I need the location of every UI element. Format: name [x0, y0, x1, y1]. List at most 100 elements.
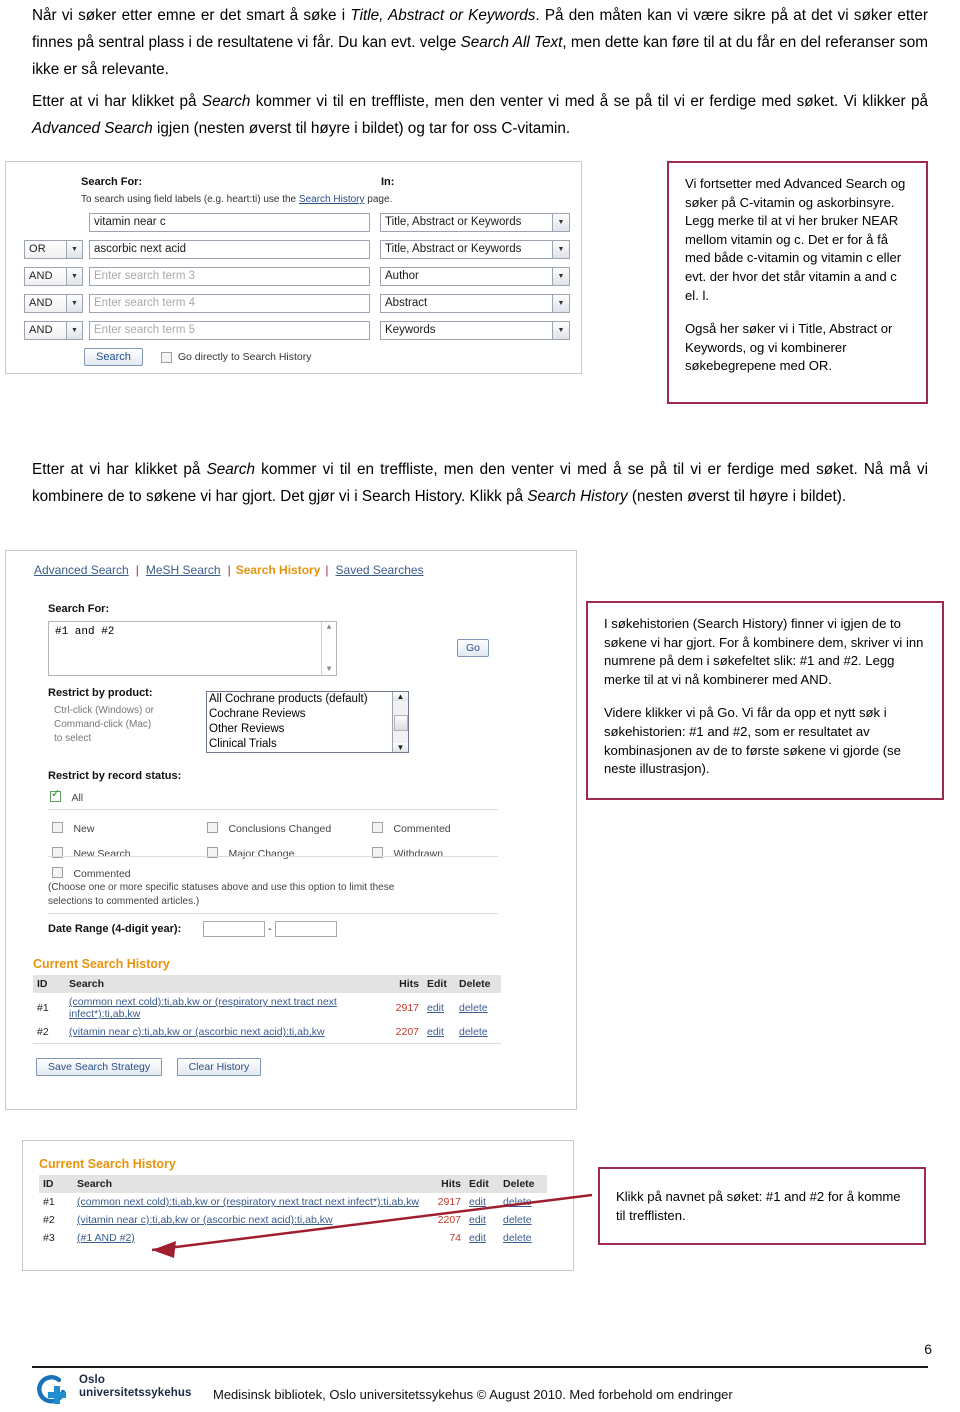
paragraph-2-text-c: igjen (nesten øverst til høyre i bildet)… [152, 120, 571, 137]
date-from-input[interactable] [203, 921, 266, 937]
chevron-down-icon: ▼ [552, 321, 569, 339]
go-button[interactable]: Go [457, 639, 490, 657]
scroll-up-icon[interactable]: ▲ [393, 692, 408, 701]
search-field-value-5: Keywords [385, 324, 436, 336]
nav-separator: | [325, 563, 329, 577]
scroll-down-icon[interactable]: ▼ [393, 743, 408, 752]
status-all-checkbox[interactable] [50, 788, 61, 803]
table-header-row: ID Search Hits Edit Delete [33, 975, 501, 993]
status-checkbox-item-new-search: New Search [52, 844, 207, 862]
scrollbar-thumb[interactable] [393, 714, 408, 731]
search-field-select-3[interactable]: Author ▼ [380, 266, 570, 286]
paragraph-1-emphasis-2: Search All Text [460, 34, 563, 51]
nav-advanced-search[interactable]: Advanced Search [34, 563, 129, 577]
product-option-1[interactable]: Cochrane Reviews [207, 707, 408, 722]
annotation-arrow [151, 1193, 593, 1258]
search-term-input-4[interactable]: Enter search term 4 [89, 293, 370, 313]
row-id: #1 [37, 1002, 49, 1014]
chevron-down-icon: ▼ [66, 321, 82, 339]
delete-link[interactable]: delete [459, 1002, 488, 1014]
history-search-value: #1 and #2 [55, 626, 115, 638]
clear-history-button[interactable]: Clear History [176, 1058, 262, 1076]
boolean-operator-select-5[interactable]: AND ▼ [24, 320, 83, 340]
date-to-input[interactable] [274, 921, 337, 937]
column-header-delete: Delete [455, 975, 501, 993]
search-row-5: AND ▼ Enter search term 5 Keywords ▼ [24, 320, 570, 347]
paragraph-1-emphasis-1: Title, Abstract or Keywords [350, 7, 536, 24]
paragraph-3-emphasis-1: Search [206, 461, 256, 478]
search-field-select-2[interactable]: Title, Abstract or Keywords ▼ [380, 239, 570, 259]
scroll-up-icon[interactable]: ▲ [327, 623, 332, 632]
product-option-2[interactable]: Other Reviews [207, 722, 408, 737]
scroll-down-icon[interactable]: ▼ [327, 665, 332, 674]
divider-2 [48, 856, 498, 857]
search-term-placeholder-3: Enter search term 3 [94, 270, 195, 282]
search-field-value-1: Title, Abstract or Keywords [385, 216, 522, 228]
status-checkbox-item-withdrawn: Withdrawn [372, 844, 443, 862]
advanced-search-hint: To search using field labels (e.g. heart… [81, 194, 392, 205]
chevron-down-icon: ▼ [552, 213, 569, 231]
status-commented-checkbox[interactable] [372, 822, 383, 834]
nav-mesh-search[interactable]: MeSH Search [146, 563, 221, 577]
status-checkbox-item-commented: Commented [372, 819, 451, 837]
search-term-input-5[interactable]: Enter search term 5 [89, 320, 370, 340]
status-new-search-label: New Search [73, 848, 131, 860]
screenshot-advanced-search: Search For: In: To search using field la… [5, 161, 582, 374]
row-search-link[interactable]: (common next cold):ti,ab,kw or (respirat… [69, 996, 337, 1020]
search-history-link[interactable]: Search History [299, 194, 365, 205]
column-header-id: ID [39, 1175, 73, 1193]
nav-search-history-active[interactable]: Search History [236, 563, 321, 577]
product-listbox[interactable]: All Cochrane products (default) Cochrane… [206, 691, 409, 753]
status-new-checkbox[interactable] [52, 822, 63, 834]
document-page: Når vi søker etter emne er det smart å s… [0, 0, 960, 1412]
chevron-down-icon: ▼ [552, 240, 569, 258]
row-hits: 2917 [395, 1002, 419, 1014]
search-field-value-2: Title, Abstract or Keywords [385, 243, 522, 255]
search-term-input-2[interactable]: ascorbic next acid [89, 239, 370, 259]
delete-link[interactable]: delete [459, 1026, 488, 1038]
status-conclusions-changed-checkbox[interactable] [207, 822, 218, 834]
commented-limit-checkbox[interactable] [52, 867, 63, 879]
product-option-3[interactable]: Clinical Trials [207, 737, 408, 752]
status-checkbox-item-conclusions: Conclusions Changed [207, 819, 372, 837]
row-id: #3 [43, 1232, 55, 1244]
date-range-label: Date Range (4-digit year): [48, 923, 182, 935]
textarea-scrollbar[interactable]: ▲ ▼ [321, 622, 336, 675]
search-field-select-4[interactable]: Abstract ▼ [380, 293, 570, 313]
search-button[interactable]: Search [84, 348, 143, 366]
search-term-input-1[interactable]: vitamin near c [89, 212, 370, 232]
edit-link[interactable]: edit [427, 1002, 444, 1014]
paragraph-1: Når vi søker etter emne er det smart å s… [32, 2, 928, 83]
boolean-operator-select-2[interactable]: OR ▼ [24, 239, 83, 259]
search-term-input-3[interactable]: Enter search term 3 [89, 266, 370, 286]
history-search-textarea[interactable]: #1 and #2 ▲ ▼ [48, 621, 337, 676]
product-option-0[interactable]: All Cochrane products (default) [207, 692, 408, 707]
listbox-scrollbar[interactable]: ▲ ▼ [392, 692, 408, 752]
edit-link[interactable]: edit [427, 1026, 444, 1038]
history-search-for-label: Search For: [48, 603, 110, 615]
search-field-value-4: Abstract [385, 297, 428, 309]
row-search-link[interactable]: (vitamin near c):ti,ab,kw or (ascorbic n… [69, 1026, 325, 1038]
boolean-operator-select-3[interactable]: AND ▼ [24, 266, 83, 286]
search-field-select-5[interactable]: Keywords ▼ [380, 320, 570, 340]
restrict-product-hint-line-2: Command-click (Mac) [54, 719, 152, 730]
column-header-search: Search [65, 975, 381, 993]
boolean-operator-select-4[interactable]: AND ▼ [24, 293, 83, 313]
save-search-strategy-button[interactable]: Save Search Strategy [36, 1058, 163, 1076]
row-delete-cell: delete [455, 1023, 501, 1041]
row-id: #2 [37, 1026, 49, 1038]
logo-text-line-1: Oslo [79, 1374, 105, 1386]
column-header-edit: Edit [423, 975, 455, 993]
go-directly-checkbox[interactable] [160, 351, 172, 363]
search-field-value-3: Author [385, 270, 419, 282]
boolean-operator-value-4: AND [29, 297, 53, 309]
callout-1-paragraph-2: Også her søker vi i Title, Abstract or K… [685, 321, 893, 374]
paragraph-2-text-b: kommer vi til en treffliste, men den ven… [250, 93, 929, 110]
nav-saved-searches[interactable]: Saved Searches [336, 563, 424, 577]
boolean-operator-value-3: AND [29, 270, 53, 282]
row-search-cell: (common next cold):ti,ab,kw or (respirat… [65, 993, 381, 1023]
chevron-down-icon: ▼ [66, 267, 82, 285]
chevron-down-icon: ▼ [552, 294, 569, 312]
page-number: 6 [924, 1341, 932, 1357]
search-field-select-1[interactable]: Title, Abstract or Keywords ▼ [380, 212, 570, 232]
